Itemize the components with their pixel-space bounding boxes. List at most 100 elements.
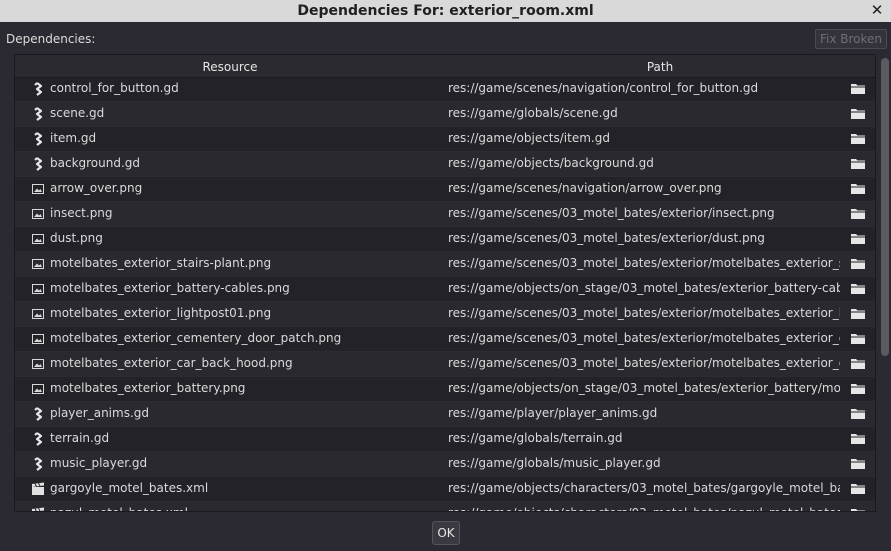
fix-broken-button[interactable]: Fix Broken (815, 29, 887, 49)
resource-path: res://game/scenes/03_motel_bates/exterio… (448, 231, 765, 245)
folder-icon[interactable] (850, 407, 866, 420)
dependency-row[interactable]: dust.png res://game/scenes/03_motel_bates… (15, 227, 875, 252)
folder-icon[interactable] (850, 282, 866, 295)
resource-path: res://game/scenes/03_motel_bates/exterio… (448, 331, 840, 345)
resource-path: res://game/objects/on_stage/03_motel_bat… (448, 381, 840, 395)
folder-icon[interactable] (850, 307, 866, 320)
resource-path: res://game/objects/item.gd (448, 131, 610, 145)
folder-icon[interactable] (850, 207, 866, 220)
dependency-row[interactable]: motelbates_exterior_stairs-plant.png res:… (15, 252, 875, 277)
resource-name: motelbates_exterior_car_back_hood.png (50, 356, 293, 370)
dependency-row[interactable]: player_anims.gd res://game/player/player_… (15, 402, 875, 427)
dependency-row[interactable]: gargoyle_motel_bates.xml res://game/objec… (15, 477, 875, 502)
resource-name: arrow_over.png (50, 181, 143, 195)
dependency-row[interactable]: motelbates_exterior_battery.png res://gam… (15, 377, 875, 402)
dependency-row[interactable]: item.gd res://game/objects/item.gd (15, 127, 875, 152)
resource-path: res://game/objects/characters/03_motel_b… (448, 506, 840, 511)
image-icon (31, 207, 45, 221)
resource-name: pazul_motel_bates.xml (50, 506, 188, 511)
dependencies-label: Dependencies: (6, 32, 96, 46)
tree-rows: control_for_button.gd res://game/scenes/n… (15, 77, 875, 511)
folder-icon[interactable] (850, 357, 866, 370)
resource-path: res://game/player/player_anims.gd (448, 406, 658, 420)
resource-path: res://game/scenes/navigation/arrow_over.… (448, 181, 722, 195)
resource-path: res://game/objects/characters/03_motel_b… (448, 481, 840, 495)
resource-name: motelbates_exterior_stairs-plant.png (50, 256, 272, 270)
folder-icon[interactable] (850, 507, 866, 511)
resource-name: item.gd (50, 131, 97, 145)
folder-icon[interactable] (850, 107, 866, 120)
dependency-row[interactable]: music_player.gd res://game/globals/music_… (15, 452, 875, 477)
resource-name: player_anims.gd (50, 406, 150, 420)
resource-name: control_for_button.gd (50, 81, 179, 95)
image-icon (31, 332, 45, 346)
folder-icon[interactable] (850, 382, 866, 395)
dependency-row[interactable]: background.gd res://game/objects/backgrou… (15, 152, 875, 177)
resource-name: dust.png (50, 231, 103, 245)
resource-name: insect.png (50, 206, 113, 220)
image-icon (31, 357, 45, 371)
image-icon (31, 182, 45, 196)
scene-icon (31, 507, 45, 511)
resource-name: gargoyle_motel_bates.xml (50, 481, 209, 495)
dependency-row[interactable]: motelbates_exterior_battery-cables.png re… (15, 277, 875, 302)
folder-icon[interactable] (850, 332, 866, 345)
resource-path: res://game/scenes/03_motel_bates/exterio… (448, 306, 840, 320)
script-icon (31, 432, 45, 446)
resource-name: motelbates_exterior_battery-cables.png (50, 281, 290, 295)
ok-button[interactable]: OK (432, 521, 460, 545)
column-header-path[interactable]: Path (445, 55, 875, 77)
dialog-title: Dependencies For: exterior_room.xml (297, 3, 594, 19)
dependency-row[interactable]: terrain.gd res://game/globals/terrain.gd (15, 427, 875, 452)
resource-path: res://game/scenes/03_motel_bates/exterio… (448, 206, 775, 220)
folder-icon[interactable] (850, 82, 866, 95)
close-icon[interactable]: ✕ (869, 2, 885, 18)
dependency-row[interactable]: pazul_motel_bates.xml res://game/objects/… (15, 502, 875, 511)
resource-name: motelbates_exterior_lightpost01.png (50, 306, 272, 320)
script-icon (31, 457, 45, 471)
tree-header: Resource Path (15, 55, 875, 78)
folder-icon[interactable] (850, 432, 866, 445)
resource-path: res://game/objects/on_stage/03_motel_bat… (448, 281, 840, 295)
resource-path: res://game/objects/background.gd (448, 156, 654, 170)
folder-icon[interactable] (850, 157, 866, 170)
image-icon (31, 257, 45, 271)
resource-name: scene.gd (50, 106, 105, 120)
folder-icon[interactable] (850, 257, 866, 270)
script-icon (31, 82, 45, 96)
script-icon (31, 107, 45, 121)
dependency-row[interactable]: scene.gd res://game/globals/scene.gd (15, 102, 875, 127)
image-icon (31, 307, 45, 321)
column-header-resource[interactable]: Resource (15, 55, 445, 77)
image-icon (31, 232, 45, 246)
script-icon (31, 132, 45, 146)
resource-path: res://game/globals/music_player.gd (448, 456, 661, 470)
folder-icon[interactable] (850, 182, 866, 195)
image-icon (31, 282, 45, 296)
dependency-row[interactable]: motelbates_exterior_car_back_hood.png res… (15, 352, 875, 377)
scrollbar-thumb[interactable] (881, 58, 889, 356)
dialog-titlebar: Dependencies For: exterior_room.xml ✕ (0, 0, 891, 22)
resource-name: motelbates_exterior_cementery_door_patch… (50, 331, 342, 345)
resource-path: res://game/globals/scene.gd (448, 106, 618, 120)
resource-name: motelbates_exterior_battery.png (50, 381, 246, 395)
resource-name: music_player.gd (50, 456, 148, 470)
resource-path: res://game/scenes/03_motel_bates/exterio… (448, 356, 840, 370)
resource-name: background.gd (50, 156, 141, 170)
script-icon (31, 157, 45, 171)
dependency-row[interactable]: motelbates_exterior_lightpost01.png res:/… (15, 302, 875, 327)
dependency-row[interactable]: insect.png res://game/scenes/03_motel_bat… (15, 202, 875, 227)
folder-icon[interactable] (850, 132, 866, 145)
dependency-row[interactable]: control_for_button.gd res://game/scenes/n… (15, 77, 875, 102)
image-icon (31, 382, 45, 396)
folder-icon[interactable] (850, 482, 866, 495)
dependency-row[interactable]: motelbates_exterior_cementery_door_patch… (15, 327, 875, 352)
script-icon (31, 407, 45, 421)
resource-name: terrain.gd (50, 431, 110, 445)
resource-path: res://game/scenes/03_motel_bates/exterio… (448, 256, 840, 270)
dependency-row[interactable]: arrow_over.png res://game/scenes/navigati… (15, 177, 875, 202)
folder-icon[interactable] (850, 232, 866, 245)
dependencies-tree: Resource Path control_for_button.gd res:/… (14, 54, 876, 512)
scene-icon (31, 482, 45, 496)
folder-icon[interactable] (850, 457, 866, 470)
